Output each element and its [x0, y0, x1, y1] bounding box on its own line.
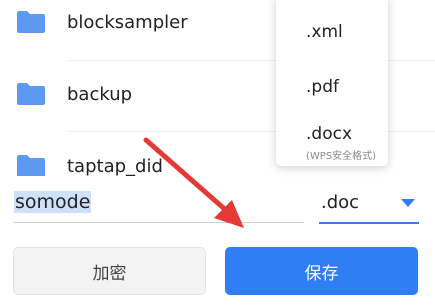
- folder-name: blocksampler: [67, 11, 188, 33]
- format-select-value: .doc: [321, 192, 360, 213]
- format-dropdown-menu: .xml .pdf .docx (WPS安全格式): [276, 0, 388, 166]
- filename-input[interactable]: somode: [14, 188, 92, 216]
- format-option-docx[interactable]: .docx: [306, 124, 352, 144]
- folder-icon: [16, 82, 46, 106]
- format-select-underline: [319, 222, 419, 224]
- format-option-pdf[interactable]: .pdf: [306, 77, 339, 97]
- folder-name: taptap_did: [67, 156, 163, 176]
- triangle-down-icon[interactable]: [401, 199, 415, 207]
- folder-icon: [16, 154, 46, 176]
- filename-value: somode: [14, 191, 92, 213]
- format-option-xml[interactable]: .xml: [306, 22, 343, 42]
- filename-underline: [14, 222, 304, 223]
- format-option-docx-note: (WPS安全格式): [306, 151, 377, 162]
- save-button[interactable]: 保存: [225, 247, 418, 295]
- folder-icon: [16, 10, 46, 34]
- folder-name: backup: [67, 83, 133, 105]
- format-select[interactable]: .doc: [319, 186, 419, 224]
- encrypt-button[interactable]: 加密: [13, 247, 206, 295]
